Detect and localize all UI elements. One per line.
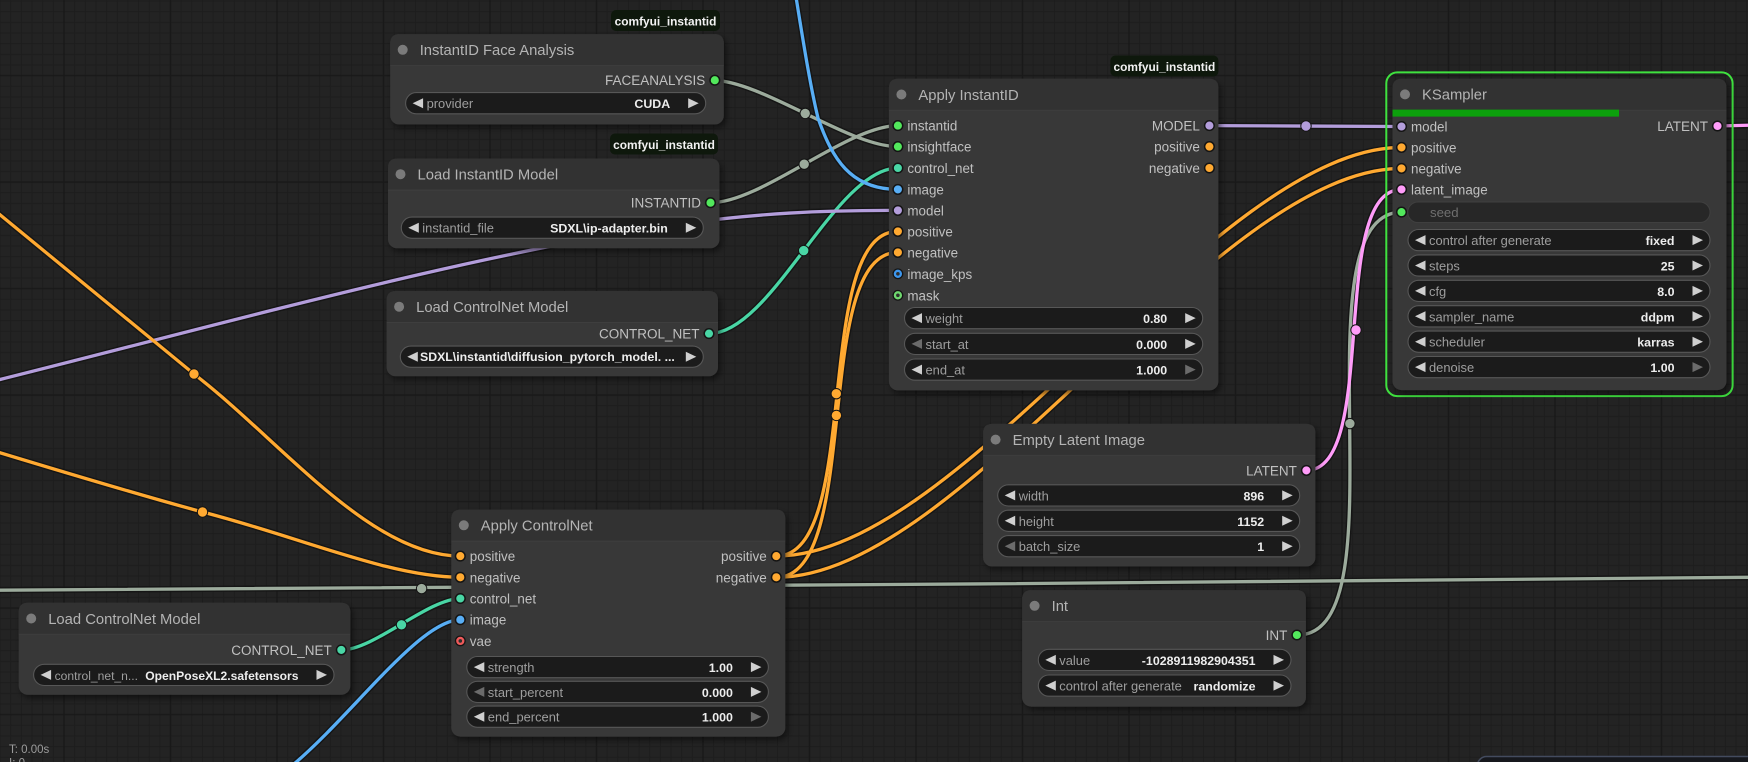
svg-text:1: 1 <box>1257 540 1264 554</box>
svg-text:Empty Latent Image: Empty Latent Image <box>1013 433 1145 449</box>
svg-text:1.000: 1.000 <box>1136 364 1167 378</box>
svg-text:provider: provider <box>427 96 474 111</box>
svg-text:negative: negative <box>1149 161 1200 176</box>
svg-text:KSampler: KSampler <box>1422 88 1487 104</box>
svg-text:LATENT: LATENT <box>1657 119 1708 134</box>
svg-text:Load ControlNet Model: Load ControlNet Model <box>48 612 200 628</box>
svg-text:value: value <box>1059 653 1090 668</box>
svg-text:control after generate: control after generate <box>1059 679 1182 694</box>
svg-text:896: 896 <box>1244 489 1265 503</box>
svg-text:vae: vae <box>470 634 492 649</box>
svg-text:25: 25 <box>1661 260 1675 274</box>
svg-text:0.000: 0.000 <box>702 686 733 700</box>
svg-text:FACEANALYSIS: FACEANALYSIS <box>605 73 705 88</box>
svg-text:CUDA: CUDA <box>634 97 670 111</box>
svg-text:positive: positive <box>721 549 767 564</box>
svg-text:1.00: 1.00 <box>1650 361 1674 375</box>
svg-text:batch_size: batch_size <box>1019 539 1081 554</box>
svg-text:model: model <box>907 203 943 218</box>
svg-text:control after generate: control after generate <box>1429 233 1552 248</box>
svg-text:negative: negative <box>907 245 958 260</box>
svg-text:control_net: control_net <box>470 592 537 607</box>
svg-text:CONTROL_NET: CONTROL_NET <box>231 643 332 658</box>
svg-text:Apply InstantID: Apply InstantID <box>918 88 1018 104</box>
svg-text:Load InstantID Model: Load InstantID Model <box>418 168 559 184</box>
svg-text:negative: negative <box>1411 161 1462 176</box>
svg-text:cfg: cfg <box>1429 284 1446 299</box>
svg-text:negative: negative <box>716 570 767 585</box>
svg-text:height: height <box>1019 514 1055 529</box>
svg-text:Apply ControlNet: Apply ControlNet <box>481 519 593 535</box>
svg-text:start_percent: start_percent <box>488 685 564 700</box>
svg-text:randomize: randomize <box>1194 680 1256 694</box>
svg-text:control_net_n...: control_net_n... <box>55 669 138 683</box>
svg-text:comfyui_instantid: comfyui_instantid <box>615 15 717 29</box>
svg-text:positive: positive <box>907 224 952 239</box>
svg-text:0.000: 0.000 <box>1136 338 1167 352</box>
svg-text:start_at: start_at <box>926 337 969 352</box>
svg-text:seed: seed <box>1430 205 1459 220</box>
svg-text:-1028911982904351: -1028911982904351 <box>1142 654 1256 668</box>
svg-text:SDXL\ip-adapter.bin: SDXL\ip-adapter.bin <box>550 222 668 236</box>
svg-text:denoise: denoise <box>1429 360 1474 375</box>
svg-text:Int: Int <box>1052 599 1068 615</box>
svg-text:insightface: insightface <box>907 140 971 155</box>
svg-text:negative: negative <box>470 570 521 585</box>
svg-text:weight: weight <box>925 311 964 326</box>
svg-text:MODEL: MODEL <box>1152 119 1201 134</box>
svg-text:end_percent: end_percent <box>488 710 560 725</box>
svg-text:steps: steps <box>1429 259 1460 274</box>
svg-text:InstantID Face Analysis: InstantID Face Analysis <box>420 43 575 59</box>
svg-text:LATENT: LATENT <box>1246 463 1297 478</box>
svg-text:INT: INT <box>1266 628 1288 643</box>
svg-text:SDXL\instantid\diffusion_pytor: SDXL\instantid\diffusion_pytorch_model. … <box>420 350 675 364</box>
svg-text:karras: karras <box>1637 336 1674 350</box>
svg-text:positive: positive <box>470 549 515 564</box>
svg-text:T: 0.00s: T: 0.00s <box>9 744 50 756</box>
svg-text:mask: mask <box>907 288 939 303</box>
svg-text:scheduler: scheduler <box>1429 335 1486 350</box>
svg-text:image_kps: image_kps <box>907 267 972 282</box>
svg-text:0.80: 0.80 <box>1143 312 1167 326</box>
svg-text:Load ControlNet Model: Load ControlNet Model <box>416 300 568 316</box>
svg-text:comfyui_instantid: comfyui_instantid <box>1114 60 1216 74</box>
svg-text:control_net: control_net <box>907 161 974 176</box>
svg-text:image: image <box>907 182 943 197</box>
svg-text:image: image <box>470 613 506 628</box>
svg-text:OpenPoseXL2.safetensors: OpenPoseXL2.safetensors <box>145 669 299 683</box>
svg-text:1152: 1152 <box>1237 515 1264 529</box>
svg-text:sampler_name: sampler_name <box>1429 309 1514 324</box>
svg-text:positive: positive <box>1411 140 1456 155</box>
svg-text:instantid_file: instantid_file <box>422 221 494 236</box>
svg-text:1.000: 1.000 <box>702 711 733 725</box>
svg-text:positive: positive <box>1154 140 1200 155</box>
svg-text:latent_image: latent_image <box>1411 182 1488 197</box>
svg-text:INSTANTID: INSTANTID <box>631 196 701 211</box>
svg-text:instantid: instantid <box>907 119 957 134</box>
svg-text:1.00: 1.00 <box>709 661 733 675</box>
svg-text:end_at: end_at <box>926 363 966 378</box>
svg-text:I: 0: I: 0 <box>9 758 25 762</box>
svg-text:ddpm: ddpm <box>1641 310 1675 324</box>
svg-text:model: model <box>1411 120 1447 135</box>
svg-text:CONTROL_NET: CONTROL_NET <box>599 327 700 342</box>
svg-text:8.0: 8.0 <box>1657 285 1674 299</box>
svg-text:strength: strength <box>488 660 535 675</box>
svg-text:fixed: fixed <box>1646 234 1675 248</box>
svg-text:comfyui_instantid: comfyui_instantid <box>613 138 715 152</box>
svg-text:width: width <box>1018 488 1049 503</box>
